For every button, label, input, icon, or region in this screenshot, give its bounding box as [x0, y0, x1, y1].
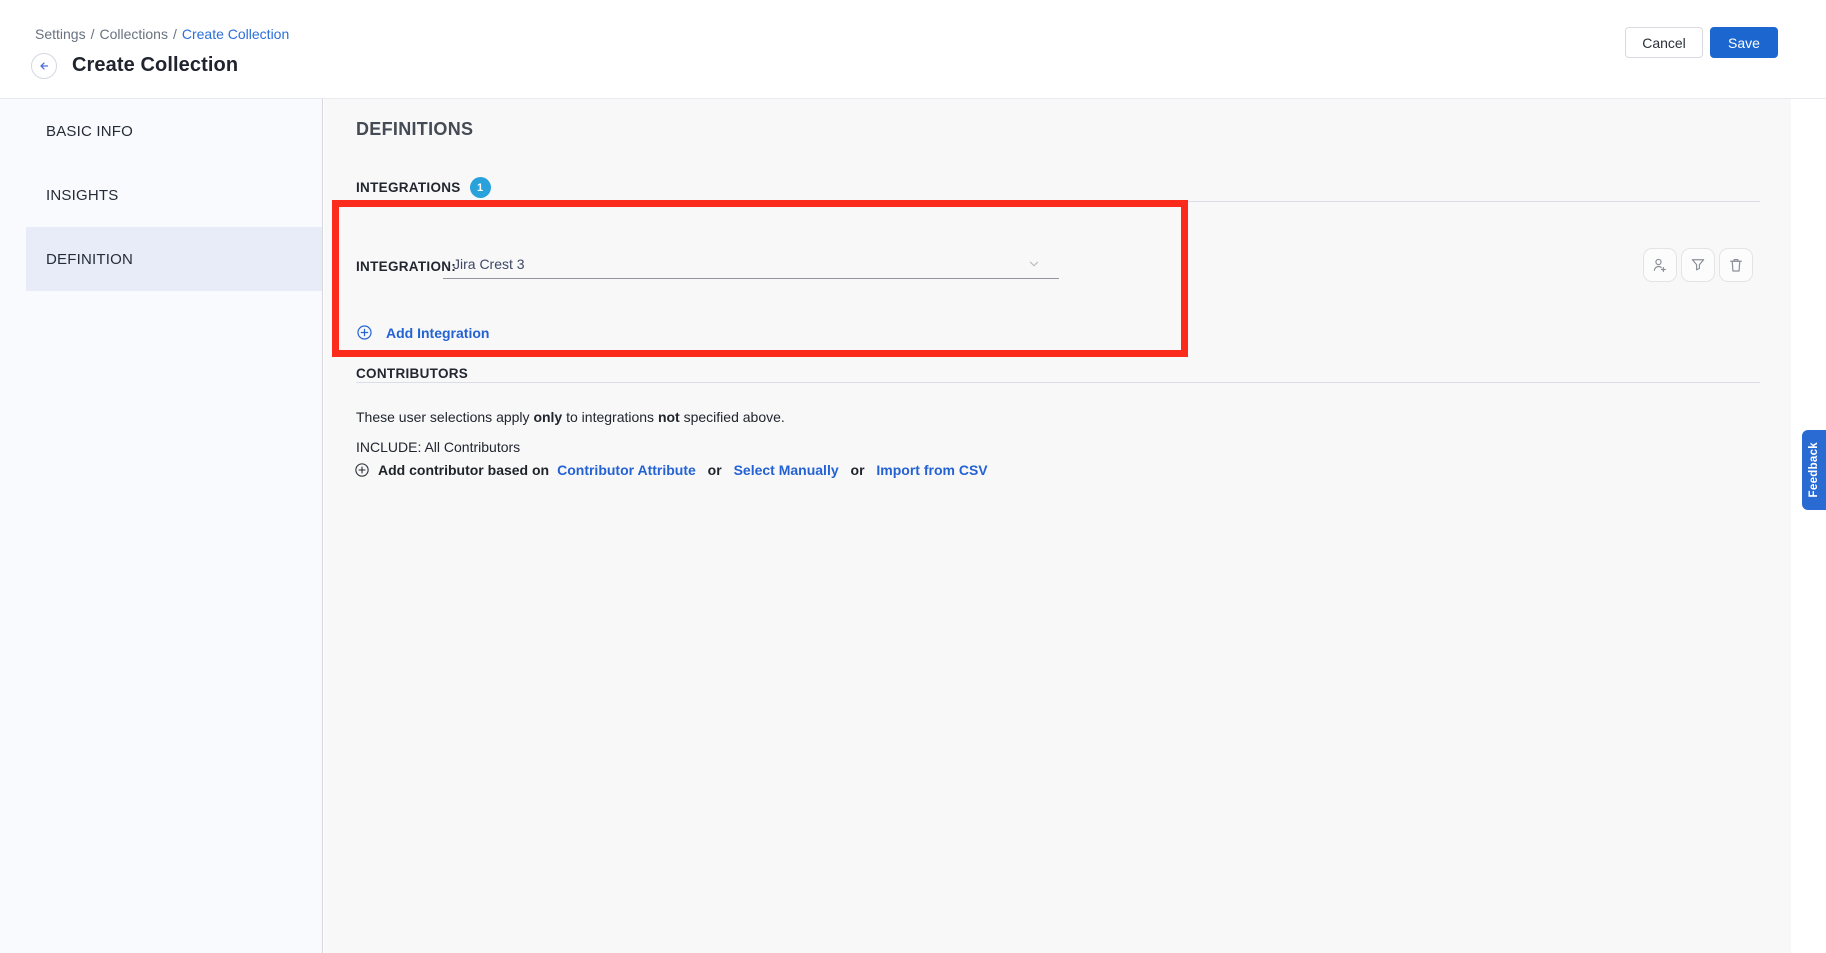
breadcrumb: Settings / Collections / Create Collecti…: [35, 26, 289, 42]
sidebar-item-label: INSIGHTS: [46, 187, 118, 204]
add-integration-button[interactable]: Add Integration: [356, 324, 489, 341]
sidebar-item-label: BASIC INFO: [46, 123, 133, 140]
sidebar-item-definition[interactable]: DEFINITION: [26, 227, 322, 291]
definitions-heading: DEFINITIONS: [356, 119, 473, 140]
content-panel: [324, 99, 1791, 953]
add-contributor-row: Add contributor based on Contributor Att…: [354, 462, 988, 478]
note-text: to integrations: [562, 409, 658, 425]
add-user-button[interactable]: [1643, 248, 1677, 282]
sidebar-item-insights[interactable]: INSIGHTS: [26, 163, 322, 227]
integrations-count-badge: 1: [470, 177, 491, 198]
feedback-tab-label: Feedback: [1808, 442, 1820, 497]
back-button[interactable]: [31, 53, 57, 79]
contributor-attribute-link[interactable]: Contributor Attribute: [557, 462, 696, 478]
delete-button[interactable]: [1719, 248, 1753, 282]
integration-select-value: Jira Crest 3: [443, 256, 525, 272]
select-manually-link[interactable]: Select Manually: [734, 462, 839, 478]
user-add-icon: [1651, 256, 1669, 274]
integrations-label: INTEGRATIONS: [356, 180, 461, 195]
cancel-button[interactable]: Cancel: [1625, 27, 1703, 58]
or-text: or: [847, 462, 869, 478]
sidebar-item-label: DEFINITION: [46, 251, 133, 268]
breadcrumb-separator: /: [173, 26, 177, 42]
integrations-section-header: INTEGRATIONS 1: [356, 177, 491, 198]
plus-circle-icon[interactable]: [354, 462, 370, 478]
breadcrumb-current[interactable]: Create Collection: [182, 26, 289, 42]
chevron-down-icon: [1027, 257, 1041, 271]
breadcrumb-separator: /: [91, 26, 95, 42]
breadcrumb-link-collections[interactable]: Collections: [99, 26, 167, 42]
include-contributors-line: INCLUDE: All Contributors: [356, 439, 520, 455]
contributors-note: These user selections apply only to inte…: [356, 409, 785, 425]
breadcrumb-link-settings[interactable]: Settings: [35, 26, 86, 42]
filter-button[interactable]: [1681, 248, 1715, 282]
page-title: Create Collection: [72, 54, 238, 77]
sidebar-item-basic-info[interactable]: BASIC INFO: [26, 99, 322, 163]
add-integration-label: Add Integration: [386, 325, 489, 341]
contributors-label: CONTRIBUTORS: [356, 366, 468, 381]
note-text: These user selections apply: [356, 409, 533, 425]
integration-select[interactable]: Jira Crest 3: [443, 250, 1059, 279]
feedback-tab[interactable]: Feedback: [1802, 430, 1826, 510]
trash-icon: [1727, 256, 1745, 274]
import-from-csv-link[interactable]: Import from CSV: [876, 462, 987, 478]
filter-icon: [1689, 256, 1707, 274]
or-text: or: [704, 462, 726, 478]
note-bold-only: only: [533, 409, 562, 425]
note-text: specified above.: [680, 409, 785, 425]
arrow-left-icon: [37, 59, 51, 73]
save-button[interactable]: Save: [1710, 27, 1778, 58]
contributors-divider: [356, 382, 1760, 383]
note-bold-not: not: [658, 409, 680, 425]
add-contributor-prefix: Add contributor based on: [378, 462, 549, 478]
settings-sidebar: BASIC INFO INSIGHTS DEFINITION: [0, 99, 323, 953]
integration-row-label: INTEGRATION:: [356, 259, 456, 274]
integrations-divider: [356, 201, 1760, 202]
plus-circle-icon: [356, 324, 373, 341]
